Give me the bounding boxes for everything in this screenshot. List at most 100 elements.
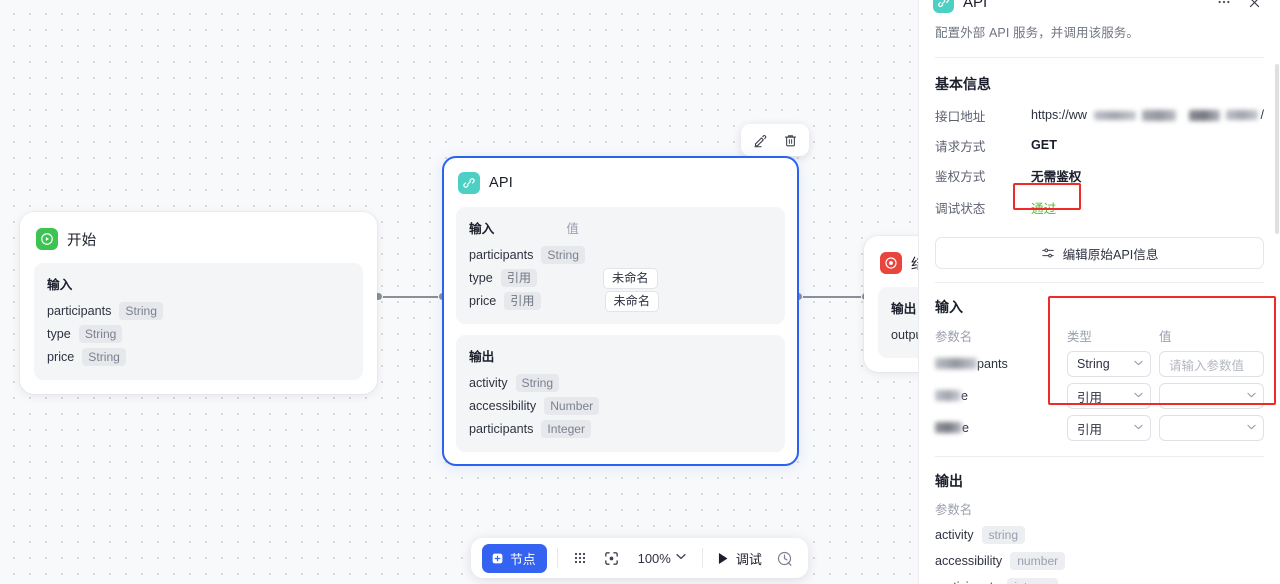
output-row-1: activity string	[919, 522, 1280, 548]
node-end-output-label: 输出	[891, 298, 918, 317]
add-node-button[interactable]: 节点	[482, 543, 547, 573]
output-type: string	[981, 526, 1026, 544]
panel-header: API	[919, 0, 1280, 13]
redacted-url-part-1	[1094, 110, 1136, 120]
param-name: participants	[469, 422, 534, 436]
node-end-title: 结	[911, 253, 918, 274]
selected-type: String	[1077, 357, 1110, 371]
input-param-row-2: e 引用	[919, 383, 1280, 409]
param-name: participants	[47, 304, 112, 318]
play-circle-icon	[36, 228, 58, 250]
param-name-redacted: e	[935, 421, 1067, 435]
debug-label: 调试	[735, 551, 762, 567]
redacted-url-part-4	[1225, 110, 1258, 120]
basic-info-title: 基本信息	[935, 76, 991, 92]
trash-delete-icon	[784, 134, 796, 146]
zoom-level-label: 100%	[637, 550, 671, 566]
input-type-select-3[interactable]: 引用	[1067, 415, 1151, 441]
play-icon	[717, 552, 729, 565]
param-name: participants	[469, 248, 534, 262]
node-start-title: 开始	[67, 232, 97, 249]
fit-view-icon[interactable]	[600, 546, 624, 570]
param-row: outpu	[891, 324, 918, 346]
param-row: activity String	[469, 372, 772, 394]
selected-type: 引用	[1077, 422, 1103, 437]
edit-original-api-button[interactable]: 编辑原始API信息	[935, 237, 1264, 269]
node-api-header: API	[456, 168, 785, 204]
input-value-field-1[interactable]: 请输入参数值	[1159, 351, 1264, 377]
input-label-text: 输入	[47, 278, 73, 292]
api-link-icon	[933, 0, 954, 13]
row-value: 无需鉴权	[1031, 169, 1082, 184]
output-row-2: accessibility number	[919, 548, 1280, 574]
param-name: accessibility	[469, 399, 537, 413]
panel-title: API	[963, 0, 988, 11]
chevron-down-icon	[1134, 391, 1143, 401]
input-type-select-2[interactable]: 引用	[1067, 383, 1151, 409]
flow-canvas[interactable]: 开始 输入 participants String type String pr…	[0, 0, 918, 584]
history-clock-icon[interactable]	[773, 546, 797, 570]
grid-icon[interactable]	[568, 546, 592, 570]
param-type: String	[515, 374, 560, 392]
param-row: participants String	[47, 300, 350, 322]
output-label-text: 输出	[469, 350, 495, 364]
edit-node-button[interactable]	[748, 129, 772, 151]
param-type: Number	[544, 397, 600, 415]
param-row: type 引用 未命名	[469, 267, 772, 289]
param-row: price String	[47, 346, 350, 368]
node-end[interactable]: 结 输出 outpu	[864, 236, 918, 372]
close-icon[interactable]	[1242, 0, 1266, 13]
debug-button[interactable]: 调试	[713, 546, 766, 571]
toolbar-divider-1	[556, 548, 558, 568]
input-value-select-3[interactable]	[1159, 415, 1264, 441]
column-type-header: 类型	[1067, 330, 1092, 344]
basic-info-row-method: 请求方式 GET	[919, 130, 1280, 160]
plus-square-icon	[491, 552, 504, 565]
node-api-input-header: 输入 值	[469, 218, 772, 237]
output-type: number	[1010, 552, 1066, 570]
param-type: 引用	[504, 292, 541, 310]
api-config-panel: API 配置外部 API 服务，并调用该服务。 基本信息 接口地址 https:…	[918, 0, 1280, 584]
input-column-headers: 参数名 类型 值	[919, 327, 1280, 345]
node-start-input-label: 输入	[47, 274, 350, 293]
output-label-text: 输出	[891, 302, 917, 316]
delete-node-button[interactable]	[778, 129, 802, 151]
basic-info-row-endpoint: 接口地址 https://ww /	[919, 100, 1280, 130]
output-name: participants	[935, 580, 999, 584]
input-value-select-2[interactable]	[1159, 383, 1264, 409]
param-type: String	[119, 302, 163, 320]
pencil-edit-icon	[753, 134, 766, 147]
workflow-editor-root: 开始 输入 participants String type String pr…	[0, 0, 1280, 584]
row-key: 鉴权方式	[935, 169, 986, 184]
param-row: price 引用 未命名	[469, 290, 772, 312]
sliders-settings-icon	[1041, 246, 1055, 260]
basic-info-row-debug-status: 调试状态 通过	[919, 190, 1280, 224]
canvas-bottom-toolbar[interactable]: 节点 100% 调试	[471, 538, 808, 578]
row-key: 请求方式	[935, 139, 986, 154]
edit-original-api-label: 编辑原始API信息	[1062, 247, 1159, 262]
row-value: https://ww	[1031, 108, 1087, 122]
param-name: price	[47, 350, 75, 364]
row-value-suffix: /	[1260, 108, 1265, 122]
edge-start-to-api	[380, 296, 444, 298]
column-name-header: 参数名	[935, 503, 973, 517]
input-type-select-1[interactable]: String	[1067, 351, 1151, 377]
node-end-header: 结	[878, 248, 918, 284]
param-name: activity	[469, 376, 508, 390]
param-name-redacted: e	[935, 389, 1067, 403]
node-api-output-header: 输出	[469, 346, 772, 365]
node-api[interactable]: API 输入 值 participants String type 引用 未命名…	[442, 156, 799, 466]
zoom-level-selector[interactable]: 100%	[632, 548, 692, 569]
param-type: String	[82, 348, 126, 366]
param-name-redacted: pants	[935, 357, 1067, 371]
input-param-row-3: e 引用	[919, 415, 1280, 441]
panel-scrollbar[interactable]	[1275, 64, 1279, 234]
node-start-input-section: 输入 participants String type String price…	[34, 263, 363, 380]
param-row: type String	[47, 323, 350, 345]
more-horizontal-icon[interactable]	[1212, 0, 1236, 13]
node-start[interactable]: 开始 输入 participants String type String pr…	[20, 212, 377, 394]
chevron-down-icon	[1134, 423, 1143, 433]
node-action-toolbar[interactable]	[741, 124, 809, 156]
basic-info-row-auth: 鉴权方式 无需鉴权	[919, 160, 1280, 190]
node-end-output-section: 输出 outpu	[878, 287, 918, 358]
